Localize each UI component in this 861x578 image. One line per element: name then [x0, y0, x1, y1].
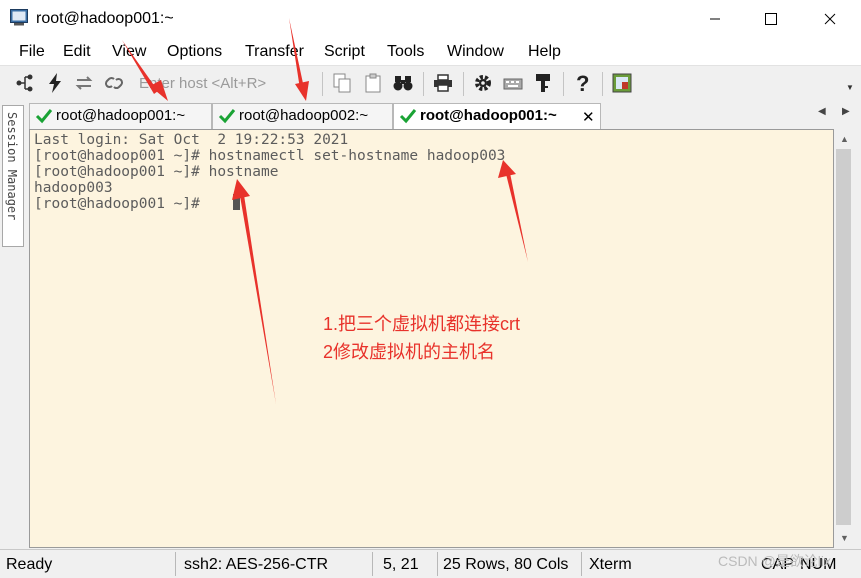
status-ready: Ready — [6, 556, 53, 573]
connect-tree-icon — [16, 74, 33, 92]
key-agent-button[interactable] — [532, 72, 554, 94]
toolbar-separator — [322, 72, 323, 96]
svg-text:?: ? — [576, 72, 589, 94]
quick-connect-button[interactable] — [44, 72, 66, 94]
status-cursor-position: 5, 21 — [383, 556, 419, 573]
maximize-icon — [765, 13, 777, 25]
tab-session-3[interactable]: root@hadoop001:~ ✕ — [393, 103, 601, 129]
annotation-line-1: 1.把三个虚拟机都连接crt — [323, 314, 521, 334]
terminal-line: [root@hadoop001 ~]# hostnamectl set-host… — [34, 148, 506, 164]
toolbar-separator — [602, 72, 603, 96]
status-separator — [372, 552, 373, 576]
securefx-button[interactable] — [611, 72, 633, 94]
print-button[interactable] — [432, 72, 454, 94]
tab-session-2[interactable]: root@hadoop002:~ — [212, 103, 393, 129]
connected-check-icon — [399, 109, 417, 124]
menu-bar: File Edit View Options Transfer Script T… — [0, 38, 861, 65]
binoculars-icon — [393, 76, 413, 91]
printer-icon — [434, 74, 452, 92]
tab-scroll-left-icon[interactable]: ◀ — [818, 106, 826, 117]
status-separator — [437, 552, 438, 576]
tab-label: root@hadoop001:~ — [420, 107, 557, 124]
menu-file[interactable]: File — [19, 43, 45, 61]
lightning-icon — [49, 73, 61, 93]
tab-label: root@hadoop001:~ — [56, 107, 186, 124]
key-icon — [536, 74, 550, 92]
scroll-thumb[interactable] — [836, 149, 851, 525]
gear-icon — [475, 75, 491, 91]
reconnect-button[interactable] — [73, 72, 95, 94]
maximize-button[interactable] — [748, 0, 794, 38]
status-separator — [581, 552, 582, 576]
tab-session-1[interactable]: root@hadoop001:~ — [29, 103, 212, 129]
scroll-down-icon[interactable]: ▼ — [840, 533, 849, 543]
keymap-button[interactable] — [502, 72, 524, 94]
connect-button[interactable] — [14, 72, 36, 94]
session-tab-bar: root@hadoop001:~ root@hadoop002:~ root@h… — [26, 100, 861, 129]
help-button[interactable]: ? — [571, 72, 593, 94]
session-manager-panel: Session Manager — [0, 100, 26, 549]
link-icon — [104, 76, 124, 90]
terminal-scrollbar[interactable]: ▲ ▼ — [834, 129, 854, 548]
status-terminal-type: Xterm — [589, 556, 632, 573]
window-title: root@hadoop001:~ — [36, 10, 174, 27]
connected-check-icon — [218, 109, 236, 124]
menu-script[interactable]: Script — [324, 43, 365, 61]
menu-window[interactable]: Window — [447, 43, 504, 61]
question-mark-icon: ? — [576, 72, 589, 94]
status-dimensions: 25 Rows, 80 Cols — [443, 556, 569, 573]
title-bar: root@hadoop001:~ — [0, 0, 861, 38]
terminal-line: [root@hadoop001 ~]# hostname — [34, 164, 279, 180]
menu-view[interactable]: View — [112, 43, 146, 61]
minimize-button[interactable] — [692, 0, 738, 38]
session-options-button[interactable] — [472, 72, 494, 94]
close-window-button[interactable] — [807, 0, 853, 38]
enter-host-field[interactable]: Enter host <Alt+R> — [139, 75, 266, 92]
reconnect-icon — [75, 76, 93, 90]
session-manager-label: Session Manager — [5, 112, 19, 221]
menu-edit[interactable]: Edit — [63, 43, 91, 61]
securefx-icon — [612, 73, 632, 93]
toolbar-separator — [423, 72, 424, 96]
toolbar-separator — [463, 72, 464, 96]
securecrt-app-icon — [10, 9, 28, 26]
csdn-watermark: CSDN @是欲论lix — [718, 553, 831, 569]
status-cipher: ssh2: AES-256-CTR — [184, 556, 329, 573]
find-button[interactable] — [392, 72, 414, 94]
copy-button[interactable] — [331, 72, 353, 94]
tab-label: root@hadoop002:~ — [239, 107, 369, 124]
menu-options[interactable]: Options — [167, 43, 222, 61]
menu-transfer[interactable]: Transfer — [245, 43, 304, 61]
menu-tools[interactable]: Tools — [387, 43, 424, 61]
toolbar-overflow-icon[interactable]: ▼ — [846, 83, 854, 92]
paste-button[interactable] — [362, 72, 384, 94]
toolbar-separator — [563, 72, 564, 96]
minimize-icon — [710, 18, 720, 20]
copy-icon — [333, 73, 351, 93]
terminal-cursor — [233, 194, 240, 210]
menu-help[interactable]: Help — [528, 43, 561, 61]
disconnect-button[interactable] — [103, 72, 125, 94]
tab-close-icon[interactable]: ✕ — [582, 108, 595, 126]
connected-check-icon — [35, 109, 53, 124]
tab-scroll-right-icon[interactable]: ▶ — [842, 106, 850, 117]
terminal-line: hadoop003 — [34, 180, 113, 196]
toolbar: Enter host <Alt+R> ? ▼ — [0, 65, 861, 101]
paste-icon — [365, 73, 381, 93]
terminal-line: Last login: Sat Oct 2 19:22:53 2021 — [34, 132, 349, 148]
keyboard-icon — [503, 78, 523, 90]
annotation-line-2: 2修改虚拟机的主机名 — [323, 342, 496, 362]
terminal-line: [root@hadoop001 ~]# — [34, 196, 209, 212]
session-manager-tab[interactable]: Session Manager — [2, 105, 24, 247]
scroll-up-icon[interactable]: ▲ — [840, 134, 849, 144]
status-separator — [175, 552, 176, 576]
close-icon — [824, 13, 836, 25]
